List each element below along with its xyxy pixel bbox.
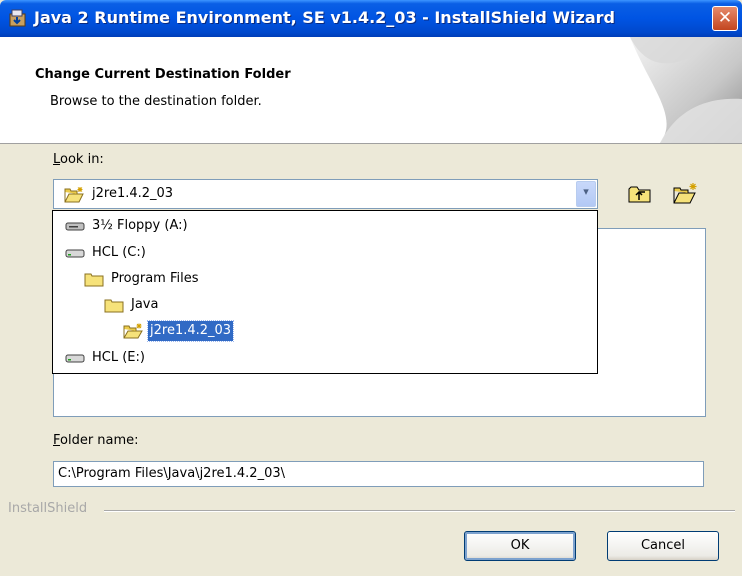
- close-icon: ✕: [717, 8, 733, 28]
- create-new-folder-icon[interactable]: [671, 180, 701, 208]
- open-folder-icon: [123, 323, 143, 339]
- wizard-header: Change Current Destination Folder Browse…: [0, 37, 742, 144]
- page-curl-graphic-icon: [630, 37, 742, 143]
- cancel-button[interactable]: Cancel: [607, 531, 719, 561]
- page-title: Change Current Destination Folder: [35, 67, 291, 82]
- dropdown-item-label: HCL (C:): [92, 245, 146, 260]
- floppy-drive-icon: [65, 222, 85, 231]
- hard-drive-icon: [65, 354, 85, 363]
- dropdown-item-label: Java: [131, 297, 159, 312]
- folder-icon: [84, 273, 104, 287]
- folder-name-input[interactable]: C:\Program Files\Java\j2re1.4.2_03\: [53, 461, 704, 487]
- look-in-label: Look in:: [53, 152, 104, 167]
- look-in-value: j2re1.4.2_03: [92, 186, 174, 201]
- installer-app-icon: [9, 9, 26, 27]
- open-folder-icon: [64, 187, 84, 203]
- dropdown-item-label: j2re1.4.2_03: [146, 320, 235, 342]
- page-subtitle: Browse to the destination folder.: [50, 94, 262, 109]
- look-in-dropdown-list[interactable]: 3½ Floppy (A:) HCL (C:) Program Files Ja…: [52, 210, 598, 374]
- footer-divider: [104, 510, 735, 512]
- close-button[interactable]: ✕: [712, 6, 738, 31]
- hard-drive-icon: [65, 249, 85, 258]
- window-title: Java 2 Runtime Environment, SE v1.4.2_03…: [34, 8, 615, 27]
- title-bar[interactable]: Java 2 Runtime Environment, SE v1.4.2_03…: [0, 0, 742, 37]
- installshield-brand: InstallShield: [8, 501, 88, 516]
- dropdown-item-label: HCL (E:): [92, 350, 145, 365]
- dropdown-item-label: 3½ Floppy (A:): [92, 218, 188, 233]
- dropdown-item-label: Program Files: [111, 271, 199, 286]
- folder-icon: [104, 299, 124, 313]
- chevron-down-icon: ▾: [583, 185, 589, 198]
- ok-button[interactable]: OK: [464, 531, 576, 561]
- installer-window: Java 2 Runtime Environment, SE v1.4.2_03…: [0, 0, 742, 576]
- folder-name-label: Folder name:: [53, 433, 139, 448]
- look-in-dropdown-button[interactable]: ▾: [576, 181, 596, 207]
- up-one-level-icon[interactable]: [625, 180, 655, 208]
- look-in-combobox[interactable]: j2re1.4.2_03 ▾: [53, 179, 598, 209]
